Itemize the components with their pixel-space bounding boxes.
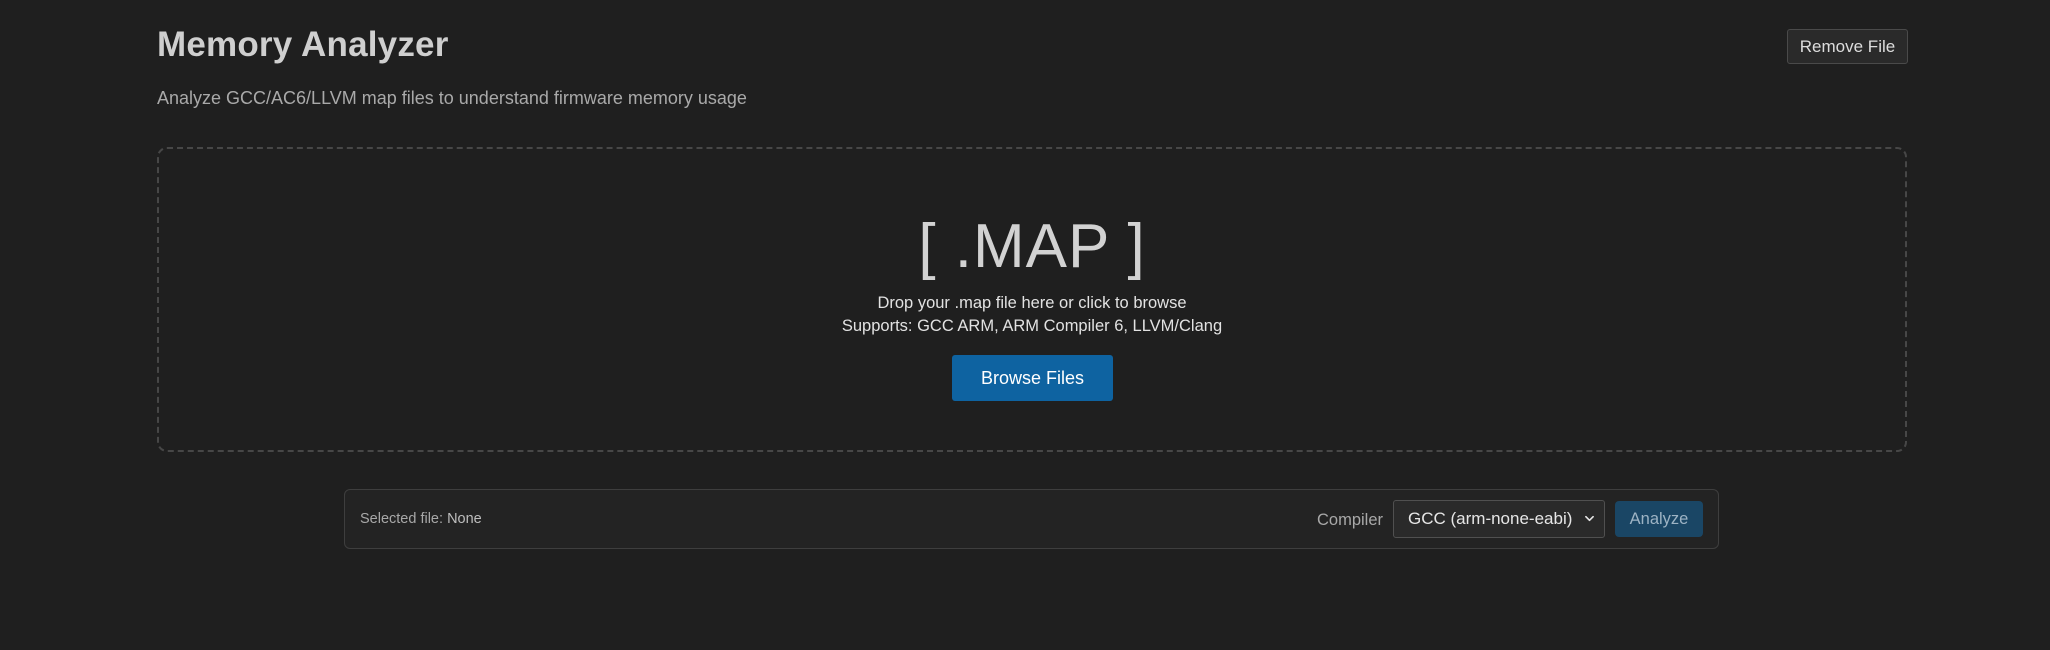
page-header: Memory Analyzer: [157, 22, 1907, 68]
analyze-button[interactable]: Analyze: [1615, 501, 1703, 537]
compiler-label: Compiler: [1317, 511, 1384, 529]
browse-files-button[interactable]: Browse Files: [952, 355, 1113, 401]
analysis-control-bar: Selected file: None Compiler GCC (arm-no…: [344, 489, 1719, 549]
page-title: Memory Analyzer: [157, 25, 449, 64]
remove-file-button[interactable]: Remove File: [1787, 29, 1908, 64]
selected-file-label: Selected file:: [360, 511, 444, 527]
compiler-select[interactable]: GCC (arm-none-eabi): [1393, 500, 1605, 538]
page-subtitle: Analyze GCC/AC6/LLVM map files to unders…: [157, 88, 747, 108]
compiler-selected-value: GCC (arm-none-eabi): [1408, 509, 1573, 528]
dropzone-instruction: Drop your .map file here or click to bro…: [877, 294, 1187, 312]
file-dropzone[interactable]: [ .MAP ] Drop your .map file here or cli…: [157, 147, 1907, 452]
chevron-down-icon: [1585, 515, 1594, 522]
memory-analyzer-page: Memory Analyzer Analyze GCC/AC6/LLVM map…: [0, 0, 2050, 650]
map-file-icon: [ .MAP ]: [918, 212, 1146, 281]
dropzone-supported-formats: Supports: GCC ARM, ARM Compiler 6, LLVM/…: [841, 317, 1223, 335]
selected-file-status: Selected file: None: [360, 510, 482, 528]
selected-file-value: None: [447, 511, 482, 527]
